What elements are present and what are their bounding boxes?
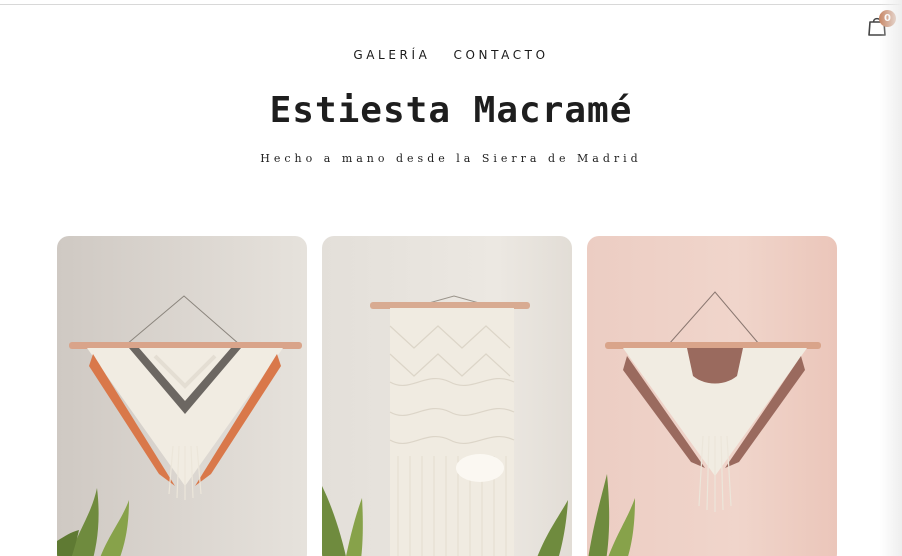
main-nav: GALERÍA CONTACTO (0, 44, 902, 63)
nav-link-contacto[interactable]: CONTACTO (454, 48, 549, 62)
macrame-photo (322, 236, 572, 556)
gallery-item[interactable] (57, 236, 307, 556)
macrame-photo (57, 236, 307, 556)
gallery-item[interactable] (587, 236, 837, 556)
site-title[interactable]: Estiesta Macramé (0, 90, 902, 131)
top-divider (0, 4, 902, 5)
page-edge-shadow (880, 0, 902, 556)
cart-count-badge: 0 (879, 10, 896, 27)
gallery-item[interactable] (322, 236, 572, 556)
site-tagline: Hecho a mano desde la Sierra de Madrid (260, 152, 642, 165)
macrame-photo (587, 236, 837, 556)
nav-link-galeria[interactable]: GALERÍA (353, 48, 430, 62)
